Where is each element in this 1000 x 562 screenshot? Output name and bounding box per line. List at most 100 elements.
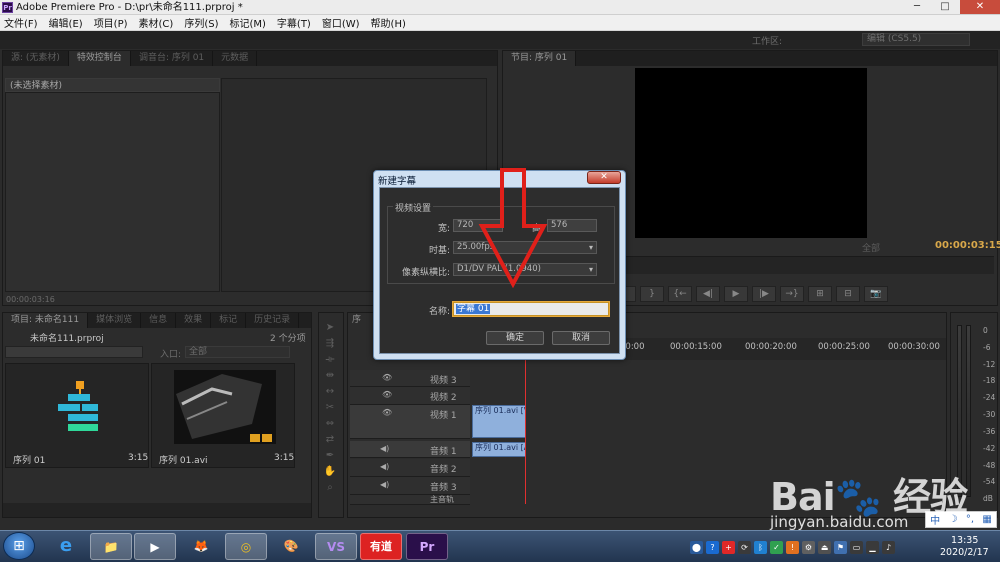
track-name: 视频 2 bbox=[430, 393, 457, 403]
tab-program[interactable]: 节目: 序列 01 bbox=[503, 51, 577, 66]
menu-title[interactable]: 字幕(T) bbox=[277, 15, 311, 30]
keyboard-grid-icon[interactable]: ▦ bbox=[982, 514, 991, 525]
taskbar-media-player[interactable]: ▶ bbox=[134, 533, 176, 560]
menu-project[interactable]: 项目(P) bbox=[94, 15, 128, 30]
extract-button[interactable]: ⊟ bbox=[836, 286, 860, 302]
audio-clip[interactable]: 序列 01.avi [A] bbox=[472, 442, 526, 457]
project-search-input[interactable] bbox=[5, 346, 143, 358]
clock-date[interactable]: 2020/2/17 bbox=[940, 547, 989, 558]
go-to-out-button[interactable]: →} bbox=[780, 286, 804, 302]
tray-shield-icon[interactable]: ✓ bbox=[770, 540, 783, 554]
menu-marker[interactable]: 标记(M) bbox=[229, 15, 265, 30]
program-timecode[interactable]: 00:00:03:15 bbox=[935, 240, 1000, 251]
taskbar-paint[interactable]: 🎨 bbox=[270, 533, 312, 560]
tab-history[interactable]: 历史记录 bbox=[246, 313, 300, 328]
menu-edit[interactable]: 编辑(E) bbox=[49, 15, 83, 30]
tray-monitor-icon[interactable]: ▭ bbox=[850, 540, 863, 554]
track-header-audio1[interactable]: ◀) 音频 1 bbox=[350, 441, 470, 458]
go-to-in-button[interactable]: {← bbox=[668, 286, 692, 302]
workspace-label: 工作区: bbox=[751, 37, 782, 47]
rate-stretch-tool-icon[interactable]: ↔ bbox=[322, 386, 338, 399]
tab-effects[interactable]: 效果 bbox=[176, 313, 212, 328]
slip-tool-icon[interactable]: ⇔ bbox=[322, 418, 338, 431]
height-field[interactable]: 576 bbox=[547, 219, 597, 232]
pen-tool-icon[interactable]: ✒ bbox=[322, 450, 338, 463]
export-frame-button[interactable]: 📷 bbox=[864, 286, 888, 302]
tray-bluetooth-icon[interactable]: ᛒ bbox=[754, 540, 767, 554]
taskbar-visual-studio[interactable]: VS bbox=[315, 533, 357, 560]
eye-icon[interactable]: 👁 bbox=[382, 373, 392, 382]
tab-audio-mixer[interactable]: 调音台: 序列 01 bbox=[131, 51, 214, 66]
rolling-edit-tool-icon[interactable]: ⇹ bbox=[322, 370, 338, 383]
taskbar-premiere[interactable]: Pr bbox=[406, 533, 448, 560]
ok-button[interactable]: 确定 bbox=[486, 331, 544, 345]
speaker-icon[interactable]: ◀) bbox=[380, 444, 389, 453]
dialog-close-button[interactable]: ✕ bbox=[587, 171, 621, 184]
track-header-audio3[interactable]: ◀) 音频 3 bbox=[350, 477, 470, 495]
tab-markers[interactable]: 标记 bbox=[211, 313, 247, 328]
mark-out-button[interactable]: } bbox=[640, 286, 664, 302]
entry-filter-select[interactable]: 全部 bbox=[185, 346, 290, 358]
tray-gear-icon[interactable]: ⚙ bbox=[802, 540, 815, 554]
taskbar-explorer[interactable]: 📁 bbox=[90, 533, 132, 560]
taskbar-youdao[interactable]: 有道 bbox=[360, 533, 402, 560]
menu-clip[interactable]: 素材(C) bbox=[139, 15, 174, 30]
cancel-button[interactable]: 取消 bbox=[552, 331, 610, 345]
menu-help[interactable]: 帮助(H) bbox=[371, 15, 406, 30]
track-header-master[interactable]: 主音轨 bbox=[350, 495, 470, 505]
step-back-button[interactable]: ◀| bbox=[696, 286, 720, 302]
hand-tool-icon[interactable]: ✋ bbox=[322, 466, 338, 479]
speaker-icon[interactable]: ◀) bbox=[380, 480, 389, 489]
playhead[interactable] bbox=[525, 338, 526, 504]
workspace-select[interactable]: 编辑 (CS5.5) bbox=[862, 33, 970, 46]
play-button[interactable]: ▶ bbox=[724, 286, 748, 302]
start-button[interactable]: ⊞ bbox=[3, 532, 35, 560]
tab-project[interactable]: 项目: 未命名111 bbox=[3, 313, 89, 328]
eye-icon[interactable]: 👁 bbox=[382, 390, 392, 399]
tab-effect-controls[interactable]: 特效控制台 bbox=[68, 51, 131, 66]
track-select-tool-icon[interactable]: ⇶ bbox=[322, 338, 338, 351]
close-window-button[interactable]: ✕ bbox=[960, 0, 1000, 14]
track-header-audio2[interactable]: ◀) 音频 2 bbox=[350, 459, 470, 477]
track-header-video1[interactable]: 👁 视频 1 bbox=[350, 405, 470, 439]
program-fit-select[interactable]: 全部 bbox=[862, 241, 880, 254]
project-item-sequence[interactable]: 序列 01 3:15 bbox=[5, 363, 149, 468]
selection-tool-icon[interactable]: ➤ bbox=[322, 322, 338, 335]
lift-button[interactable]: ⊞ bbox=[808, 286, 832, 302]
tray-help-icon[interactable]: ? bbox=[706, 540, 719, 554]
video-clip[interactable]: 序列 01.avi [V] bbox=[472, 405, 526, 438]
tray-flag-icon[interactable]: ⚑ bbox=[834, 540, 847, 554]
tray-security-icon[interactable]: ! bbox=[786, 540, 799, 554]
taskbar-firefox[interactable]: 🦊 bbox=[180, 533, 222, 560]
track-header-video2[interactable]: 👁 视频 2 bbox=[350, 387, 470, 405]
zoom-tool-icon[interactable]: ⌕ bbox=[322, 482, 338, 495]
tab-timeline-sequence[interactable]: 序 bbox=[352, 312, 361, 325]
tray-volume-icon[interactable]: ♪ bbox=[882, 540, 895, 554]
taskbar-ie[interactable]: e bbox=[45, 533, 87, 560]
tab-media-browser[interactable]: 媒体浏览 bbox=[88, 313, 142, 328]
maximize-button[interactable]: □ bbox=[931, 0, 959, 14]
razor-tool-icon[interactable]: ✂ bbox=[322, 402, 338, 415]
tab-metadata[interactable]: 元数据 bbox=[213, 51, 258, 66]
menu-window[interactable]: 窗口(W) bbox=[322, 15, 360, 30]
tray-usb-icon[interactable]: ⏏ bbox=[818, 540, 831, 554]
eye-icon[interactable]: 👁 bbox=[382, 408, 392, 417]
project-item-avi[interactable]: 序列 01.avi 3:15 bbox=[151, 363, 295, 468]
ripple-edit-tool-icon[interactable]: ⟛ bbox=[322, 354, 338, 367]
tab-info[interactable]: 信息 bbox=[141, 313, 177, 328]
step-forward-button[interactable]: |▶ bbox=[752, 286, 776, 302]
taskbar-chrome[interactable]: ◎ bbox=[225, 533, 267, 560]
menu-sequence[interactable]: 序列(S) bbox=[184, 15, 218, 30]
tray-360-icon[interactable]: + bbox=[722, 540, 735, 554]
track-header-video3[interactable]: 👁 视频 3 bbox=[350, 370, 470, 387]
menu-file[interactable]: 文件(F) bbox=[4, 15, 38, 30]
slide-tool-icon[interactable]: ⇄ bbox=[322, 434, 338, 447]
tray-sync-icon[interactable]: ⟳ bbox=[738, 540, 751, 554]
clock-time[interactable]: 13:35 bbox=[951, 535, 978, 546]
title-name-input[interactable]: 字幕 01 bbox=[452, 301, 610, 317]
minimize-button[interactable]: ─ bbox=[903, 0, 931, 14]
tab-source[interactable]: 源: (无素材) bbox=[3, 51, 69, 66]
speaker-icon[interactable]: ◀) bbox=[380, 462, 389, 471]
tray-wifi-icon[interactable]: ▁ bbox=[866, 540, 879, 554]
tray-network-icon[interactable]: ⬤ bbox=[690, 540, 703, 554]
